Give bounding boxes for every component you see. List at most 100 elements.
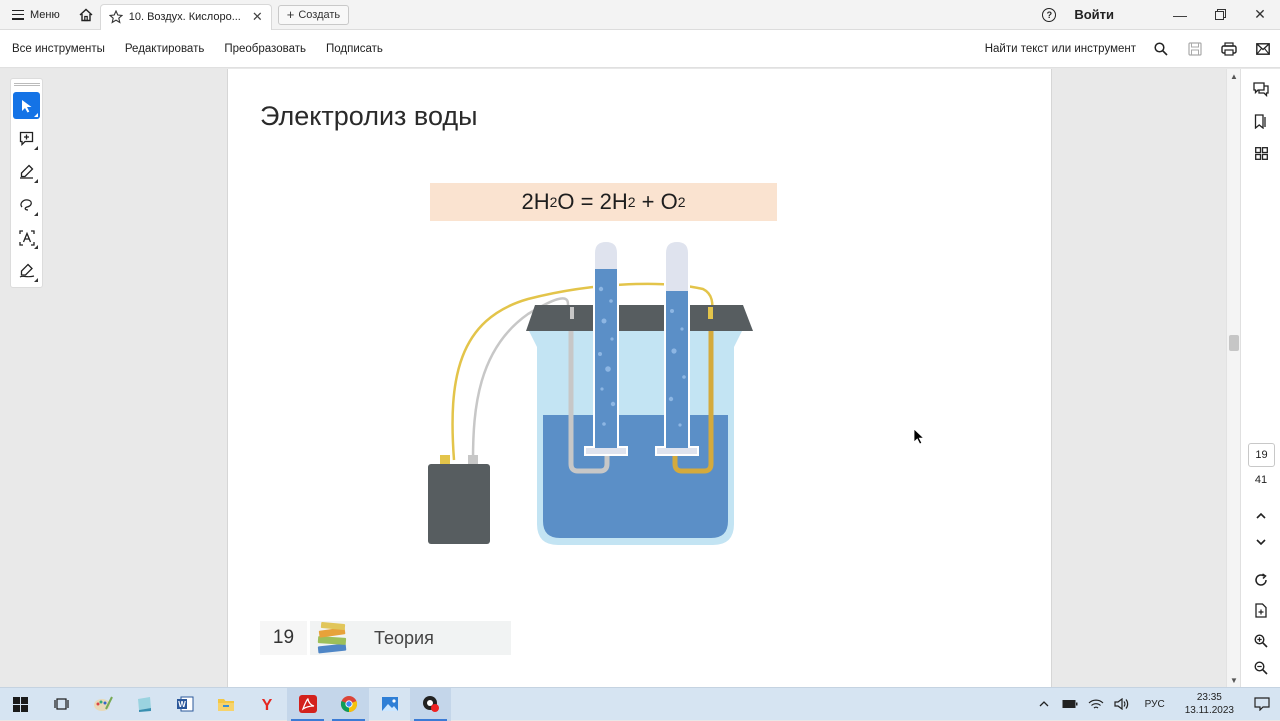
menu-edit[interactable]: Редактировать (115, 43, 214, 55)
notepad-icon (137, 697, 151, 712)
yandex-browser-app[interactable]: Y (246, 688, 287, 721)
file-explorer-icon (217, 699, 234, 711)
quick-tools-rail (10, 78, 43, 288)
close-tab-icon[interactable]: ✕ (252, 9, 263, 25)
volume-tray[interactable] (1109, 688, 1135, 721)
file-explorer-app[interactable] (205, 688, 246, 721)
show-hidden-icons[interactable] (1031, 688, 1057, 721)
word-app[interactable]: W (164, 688, 205, 721)
hamburger-icon (12, 9, 24, 20)
login-button[interactable]: Войти (1074, 7, 1114, 22)
rail-grip[interactable] (13, 83, 40, 86)
battery (428, 464, 490, 544)
next-page-button[interactable] (1241, 528, 1280, 556)
grid-icon (1254, 146, 1268, 160)
page-title: Электролиз воды (260, 101, 478, 131)
formula-box: 2H 2 O = 2H 2 + O2 (430, 183, 777, 221)
sign-tool[interactable] (13, 257, 40, 284)
print-icon[interactable] (1212, 34, 1246, 64)
zoom-in-icon (1254, 634, 1268, 648)
right-panel: 19 41 (1240, 69, 1280, 687)
title-bar: Меню 10. Воздух. Кислоро... ✕ + Создать … (0, 0, 1280, 30)
vertical-scrollbar[interactable]: ▲ ▼ (1226, 69, 1240, 687)
task-view-icon (53, 698, 69, 710)
minimize-icon[interactable]: — (1160, 0, 1200, 30)
main-toolbar: Все инструменты Редактировать Преобразов… (0, 30, 1280, 68)
formula-rhs2-sub: 2 (677, 194, 686, 210)
books-icon (310, 621, 358, 655)
scroll-up-icon[interactable]: ▲ (1227, 69, 1241, 83)
menu-sign[interactable]: Подписать (316, 43, 393, 55)
system-tray: РУС 23:35 13.11.2023 (1031, 688, 1280, 721)
highlight-tool[interactable] (13, 158, 40, 185)
page-total: 41 (1254, 474, 1268, 486)
text-tool[interactable] (13, 224, 40, 251)
help-icon[interactable]: ? (1042, 7, 1057, 22)
create-button[interactable]: + Создать (277, 4, 350, 25)
star-icon[interactable] (108, 10, 123, 24)
page-number-input[interactable]: 19 (1248, 443, 1275, 467)
draw-tool[interactable] (13, 191, 40, 218)
create-label: Создать (298, 8, 341, 21)
comment-tool[interactable] (13, 125, 40, 152)
document-viewport[interactable]: Электролиз воды 2H 2 O = 2H 2 + O2 19 Те… (0, 69, 1226, 687)
email-icon[interactable] (1246, 34, 1280, 64)
input-language[interactable]: РУС (1135, 699, 1175, 710)
zoom-out-icon (1254, 661, 1268, 675)
rotate-button[interactable] (1241, 566, 1280, 594)
task-view-button[interactable] (41, 688, 82, 721)
thumbnails-panel-button[interactable] (1241, 137, 1280, 169)
save-icon[interactable] (1178, 34, 1212, 64)
screen-recorder-app[interactable] (410, 687, 451, 721)
paint-app[interactable] (82, 688, 123, 721)
chrome-app[interactable] (328, 687, 369, 721)
photos-icon (381, 697, 398, 711)
battery-icon (1062, 700, 1078, 708)
zoom-out-button[interactable] (1241, 654, 1280, 682)
plus-icon: + (286, 7, 295, 22)
acrobat-app[interactable] (287, 687, 328, 721)
notification-center[interactable] (1244, 688, 1280, 721)
menu-convert[interactable]: Преобразовать (214, 43, 316, 55)
menu-all-tools[interactable]: Все инструменты (0, 43, 115, 55)
bookmark-icon (1254, 113, 1266, 129)
select-tool[interactable] (13, 92, 40, 119)
document-icon (1255, 602, 1267, 618)
search-icon[interactable] (1144, 34, 1178, 64)
battery-terminal-yellow (440, 455, 450, 464)
scroll-down-icon[interactable]: ▼ (1227, 673, 1241, 687)
theory-label: Теория (374, 627, 434, 648)
chevron-up-icon (1256, 512, 1266, 519)
photos-app[interactable] (369, 688, 410, 721)
acrobat-icon (298, 695, 317, 713)
network-tray[interactable] (1083, 688, 1109, 721)
windows-start-button[interactable] (0, 688, 41, 721)
bookmarks-panel-button[interactable] (1241, 105, 1280, 137)
notepad-app[interactable] (123, 688, 164, 721)
find-tool-label[interactable]: Найти текст или инструмент (985, 43, 1136, 55)
wifi-icon (1088, 699, 1104, 709)
pdf-page: Электролиз воды 2H 2 O = 2H 2 + O2 19 Те… (227, 69, 1052, 687)
menu-label: Меню (30, 8, 60, 21)
yandex-browser-icon: Y (261, 697, 272, 712)
notification-icon (1254, 697, 1270, 711)
comments-panel-button[interactable] (1241, 73, 1280, 105)
document-tab[interactable]: 10. Воздух. Кислоро... ✕ (99, 3, 272, 30)
formula-equals: = (574, 189, 600, 214)
scroll-thumb[interactable] (1229, 335, 1239, 351)
menu-button[interactable]: Меню (0, 0, 72, 30)
add-comment-icon (19, 131, 34, 146)
close-window-icon[interactable]: ✕ (1240, 0, 1280, 30)
svg-text:Y: Y (261, 697, 272, 712)
clock[interactable]: 23:35 13.11.2023 (1175, 691, 1244, 717)
formula-rhs1-sub: 2 (627, 194, 636, 210)
page-tools-button[interactable] (1241, 596, 1280, 624)
restore-icon[interactable] (1200, 0, 1240, 30)
section-footer: 19 Теория (260, 621, 511, 655)
home-button[interactable] (72, 0, 100, 30)
zoom-in-button[interactable] (1241, 627, 1280, 655)
electrolysis-diagram (428, 239, 753, 545)
previous-page-button[interactable] (1241, 501, 1280, 529)
battery-tray[interactable] (1057, 688, 1083, 721)
windows-taskbar: W Y РУС 23:35 13.11.2023 (0, 687, 1280, 721)
